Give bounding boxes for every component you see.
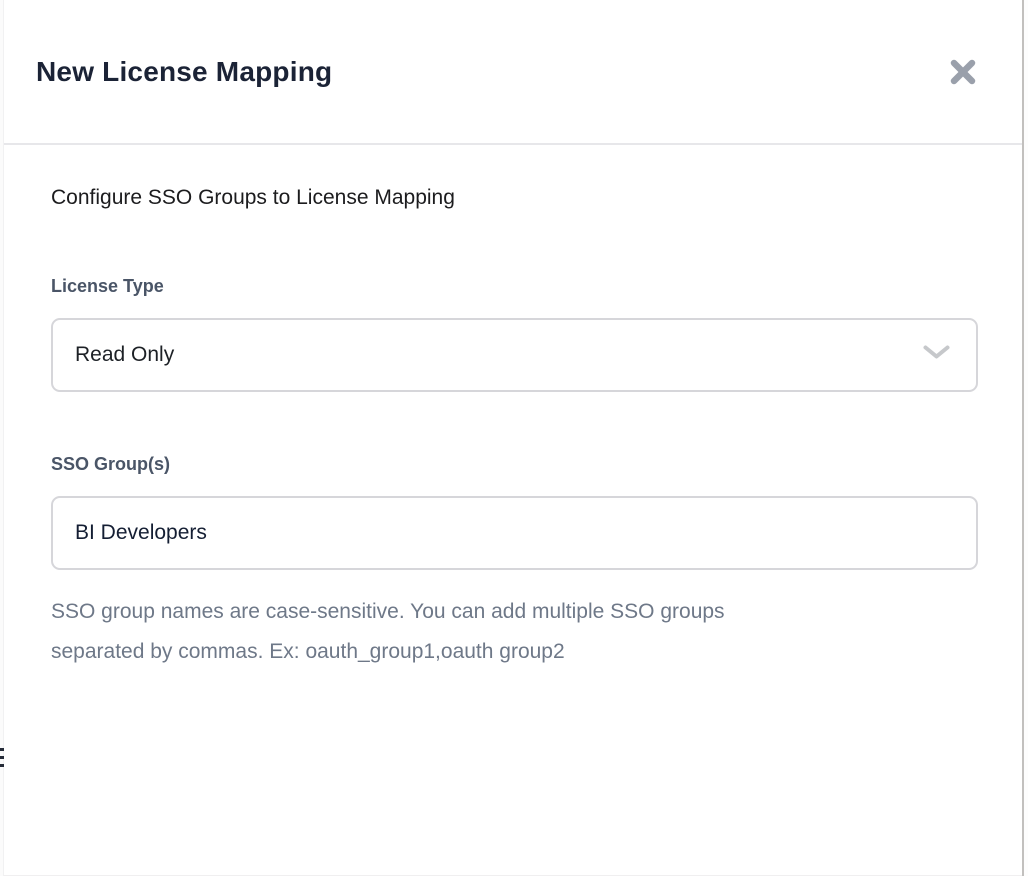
sso-group-help-text: SSO group names are case-sensitive. You … (51, 592, 801, 672)
modal-header: New License Mapping (4, 0, 1022, 145)
close-icon (948, 75, 978, 90)
license-type-label: License Type (51, 276, 978, 297)
sso-group-label: SSO Group(s) (51, 454, 978, 475)
background-page-edge (1022, 0, 1028, 876)
chevron-down-icon (923, 345, 950, 365)
close-button[interactable] (944, 53, 982, 91)
modal-body: Configure SSO Groups to License Mapping … (4, 186, 1022, 672)
new-license-mapping-modal: New License Mapping Configure SSO Groups… (3, 0, 1022, 876)
background-dash (0, 748, 4, 751)
form-heading: Configure SSO Groups to License Mapping (51, 186, 978, 210)
background-dash (0, 764, 4, 767)
modal-title: New License Mapping (36, 56, 332, 88)
sso-group-input[interactable] (51, 496, 978, 570)
license-type-selected-value: Read Only (75, 343, 174, 367)
background-clipped-list-icon (0, 748, 5, 772)
license-type-select[interactable]: Read Only (51, 318, 978, 392)
background-dash (0, 756, 4, 759)
